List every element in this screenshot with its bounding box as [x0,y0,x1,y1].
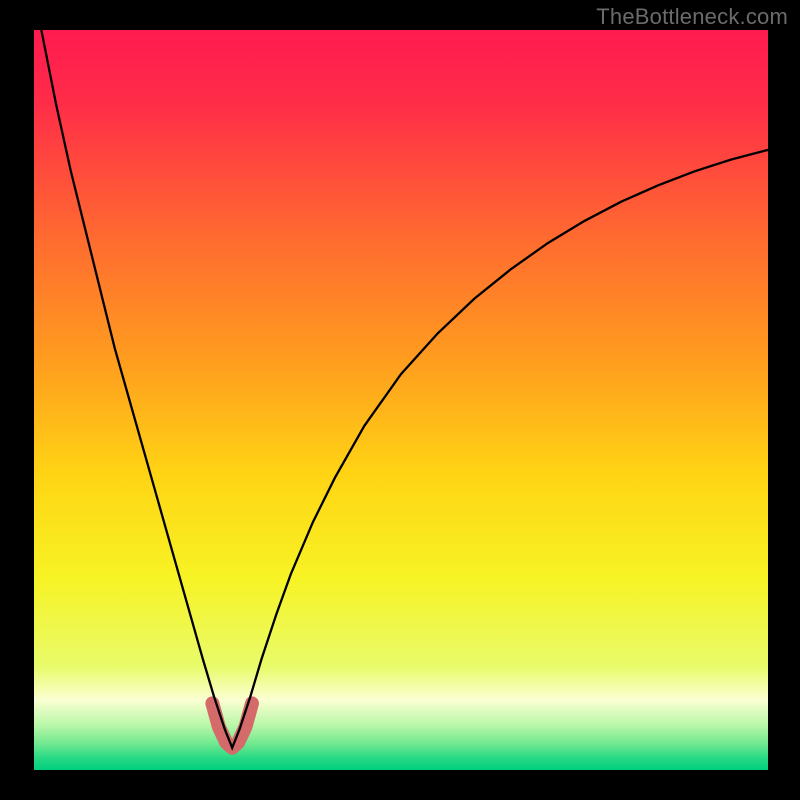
outer-frame: TheBottleneck.com [0,0,800,800]
gradient-background [34,30,768,770]
chart-svg [34,30,768,770]
plot-area [34,30,768,770]
watermark-text: TheBottleneck.com [596,4,788,30]
